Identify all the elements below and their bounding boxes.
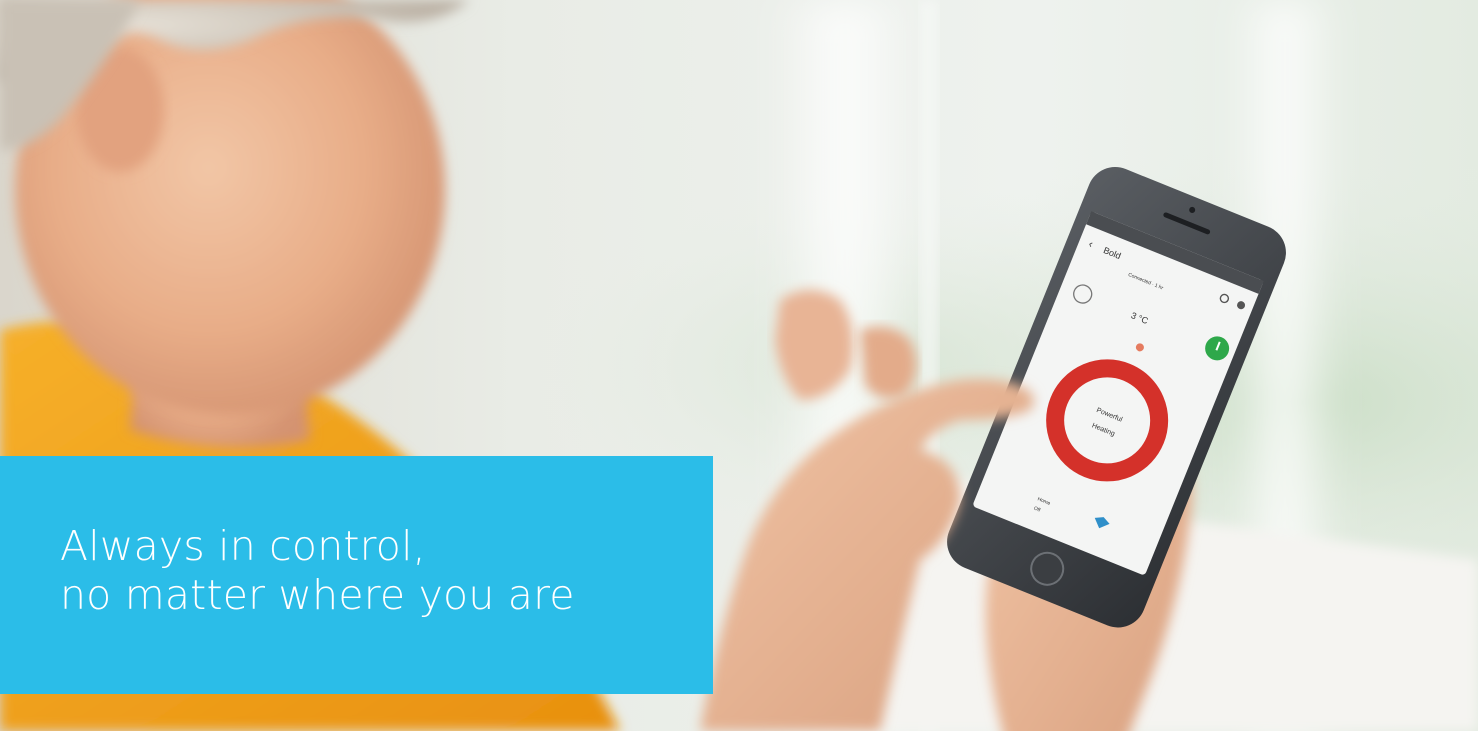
caption-line-1: Always in control, (60, 522, 426, 570)
caption-line-2: no matter where you are (60, 571, 575, 619)
caption-banner: Always in control, no matter where you a… (0, 456, 713, 694)
hero-banner: ‹ Bold Connected · 1 hr 3 °C Powerful He… (0, 0, 1478, 731)
